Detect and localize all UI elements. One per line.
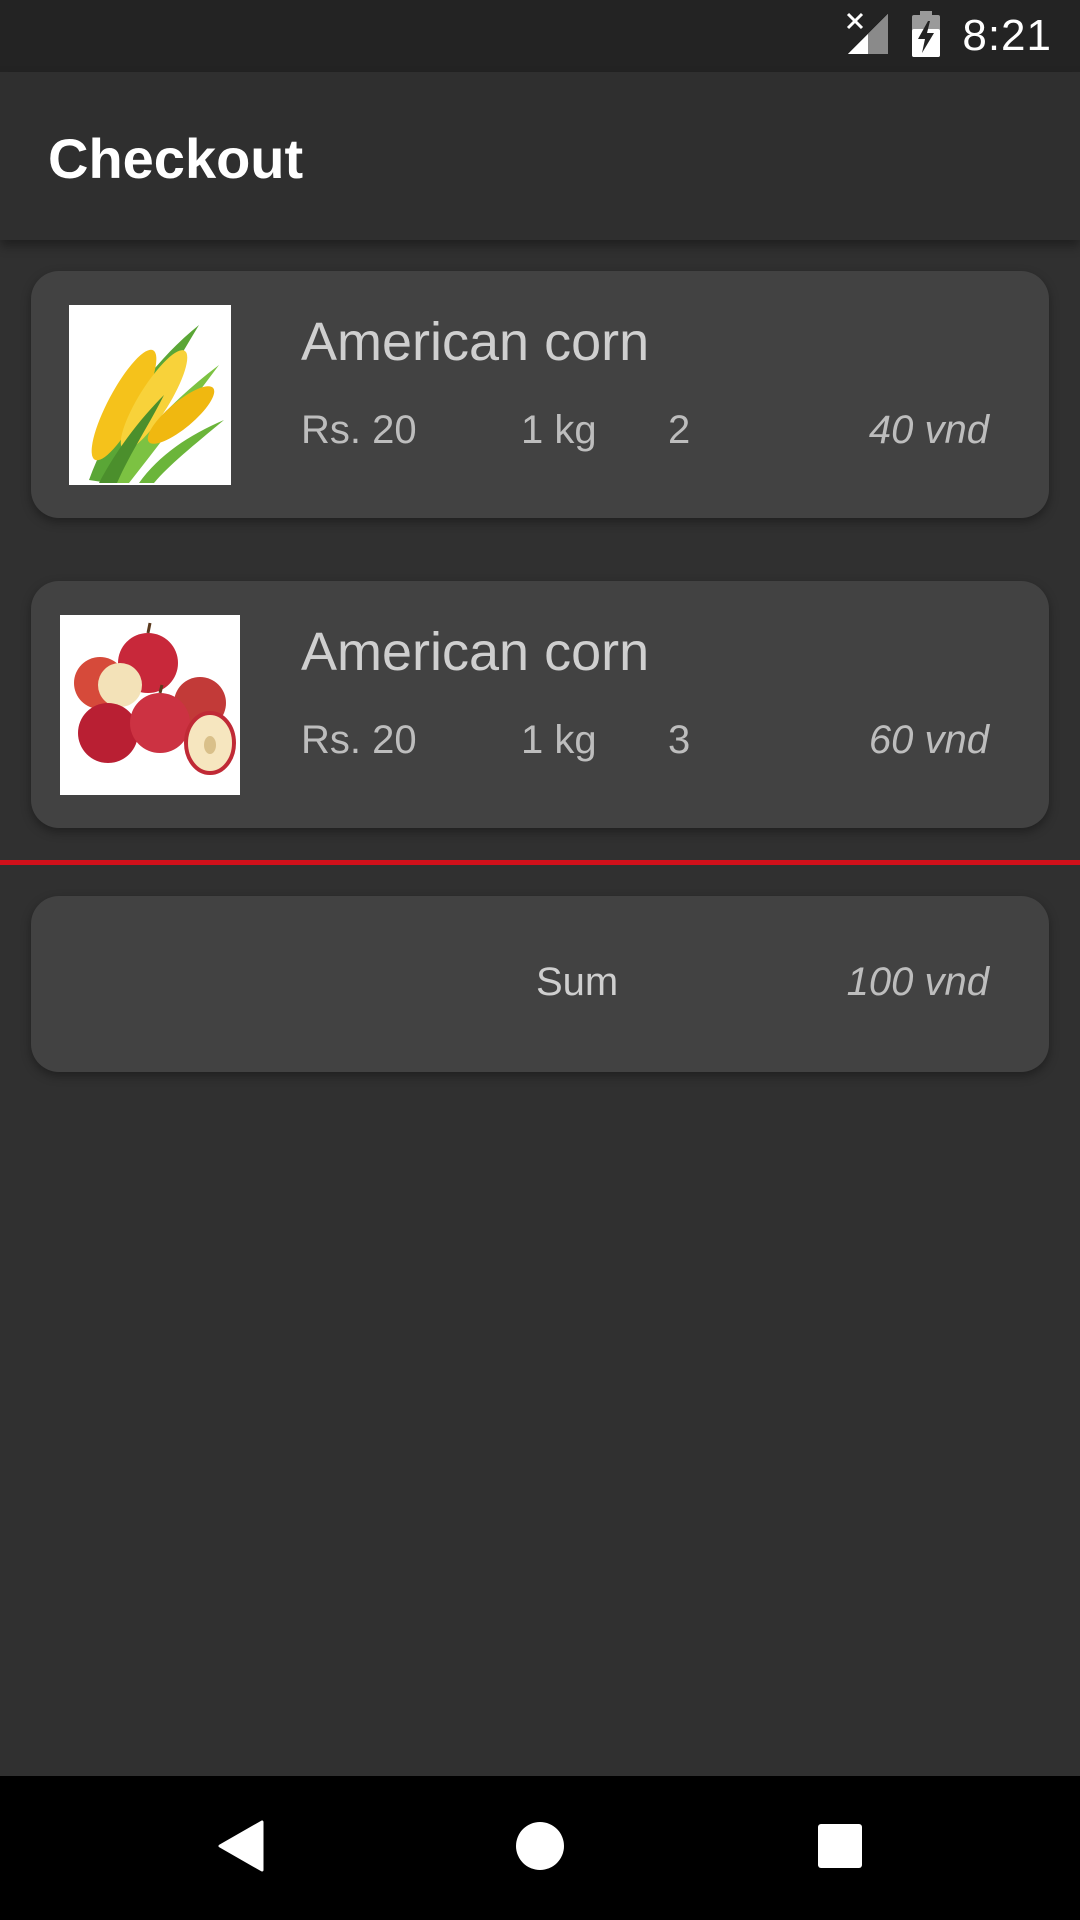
signal-off-icon <box>846 12 890 61</box>
status-icons: 8:21 <box>846 0 1052 72</box>
item-price: Rs. 20 <box>301 718 417 762</box>
item-total: 40 vnd <box>868 408 989 452</box>
item-unit: 1 kg <box>521 408 597 452</box>
sum-label: Sum <box>536 960 619 1004</box>
item-total: 60 vnd <box>868 718 989 762</box>
recents-button[interactable] <box>768 1776 912 1920</box>
navigation-bar <box>0 1776 1080 1920</box>
home-button[interactable] <box>468 1776 612 1920</box>
corn-image <box>69 305 231 485</box>
app-bar: Checkout <box>0 72 1080 240</box>
battery-charging-icon <box>912 10 941 62</box>
item-price: Rs. 20 <box>301 408 417 452</box>
recents-icon <box>817 1823 863 1874</box>
sum-value: 100 vnd <box>846 960 989 1004</box>
cart-item-card[interactable]: American corn Rs. 20 1 kg 2 40 vnd <box>31 271 1049 518</box>
clock: 8:21 <box>962 11 1052 60</box>
home-icon <box>515 1821 565 1876</box>
sum-card: Sum 100 vnd <box>31 896 1049 1072</box>
status-bar: 8:21 <box>0 0 1080 72</box>
back-button[interactable] <box>168 1776 312 1920</box>
item-quantity: 3 <box>668 718 691 762</box>
back-icon <box>216 1820 264 1877</box>
apples-image <box>60 615 240 795</box>
page-title: Checkout <box>48 127 304 190</box>
section-divider <box>0 860 1080 865</box>
cart-item-card[interactable]: American corn Rs. 20 1 kg 3 60 vnd <box>31 581 1049 828</box>
item-unit: 1 kg <box>521 718 597 762</box>
item-name: American corn <box>301 622 650 682</box>
item-quantity: 2 <box>668 408 691 452</box>
item-name: American corn <box>301 312 650 372</box>
